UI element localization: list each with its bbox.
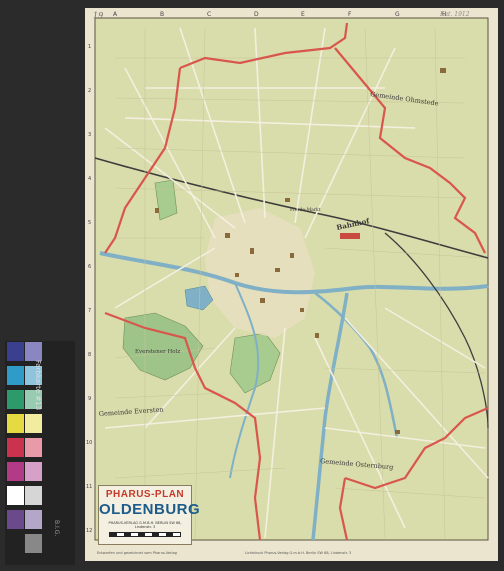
title-publisher: PHARUS-PLAN (105, 489, 185, 500)
imprint-right: Lichtdruck Pharus-Verlag G.m.b.H. Berlin… (245, 551, 352, 555)
label-everstener-holz: Everstener Holz (135, 349, 180, 355)
grid-number-6: 6 (88, 264, 91, 270)
color-swatch (25, 414, 42, 433)
scale-bar (109, 532, 181, 537)
grid-letter-d: D (254, 11, 259, 18)
grid-number-11: 11 (86, 484, 92, 490)
grid-number-9: 9 (88, 396, 91, 402)
handwritten-number: 19 (93, 11, 103, 20)
grid-number-5: 5 (88, 220, 91, 226)
color-swatch (7, 534, 24, 553)
grid-number-1: 1 (88, 44, 91, 50)
color-swatch (7, 390, 24, 409)
color-swatch (7, 366, 24, 385)
grid-letter-b: B (160, 11, 164, 18)
color-strip-sublabel: B.I.G. (53, 520, 60, 537)
grid-letter-f: F (348, 11, 352, 18)
color-swatch (7, 510, 24, 529)
grid-letter-e: E (301, 11, 305, 18)
color-swatch (7, 438, 24, 457)
station-building (340, 233, 360, 239)
grid-number-4: 4 (88, 176, 91, 182)
color-swatch (7, 414, 24, 433)
grid-letter-g: G (395, 11, 400, 18)
color-strip-label: Farbkarte #13 (34, 360, 42, 411)
map-sheet: ABCD EFGH 1234 5678 9 10 11 12 Bahnhof Geme… (85, 8, 498, 561)
color-swatch (25, 462, 42, 481)
city-map: ABCD EFGH 1234 5678 9101112 Bahnhof Geme… (85, 8, 498, 561)
imprint-left: Entworfen und gezeichnet vom Pharus-Verl… (97, 551, 177, 555)
grid-number-3: 3 (88, 132, 91, 138)
color-swatch (25, 534, 42, 553)
title-publisher-address: PHARUS-VERLAG G.M.B.H. BERLIN SW 68, Lin… (108, 521, 182, 529)
color-swatch (25, 438, 42, 457)
color-swatch (7, 342, 24, 361)
title-cartouche: PHARUS-PLAN OLDENBURG PHARUS-VERLAG G.M.… (98, 485, 201, 545)
grid-number-10: 10 (86, 440, 92, 446)
grid-number-12: 12 (86, 528, 92, 534)
grid-number-8: 8 (88, 352, 91, 358)
color-swatch (25, 486, 42, 505)
grid-letter-c: C (207, 11, 211, 18)
color-swatch (25, 342, 42, 361)
grid-number-2: 2 (88, 88, 91, 94)
color-swatch (7, 462, 24, 481)
color-swatch (7, 486, 24, 505)
color-swatch (25, 510, 42, 529)
label-pferdemarkt: Pferde-Markt (290, 207, 321, 213)
title-city: OLDENBURG (99, 501, 201, 518)
grid-number-7: 7 (88, 308, 91, 314)
handwritten-note: Kat. 1912 (439, 11, 470, 18)
